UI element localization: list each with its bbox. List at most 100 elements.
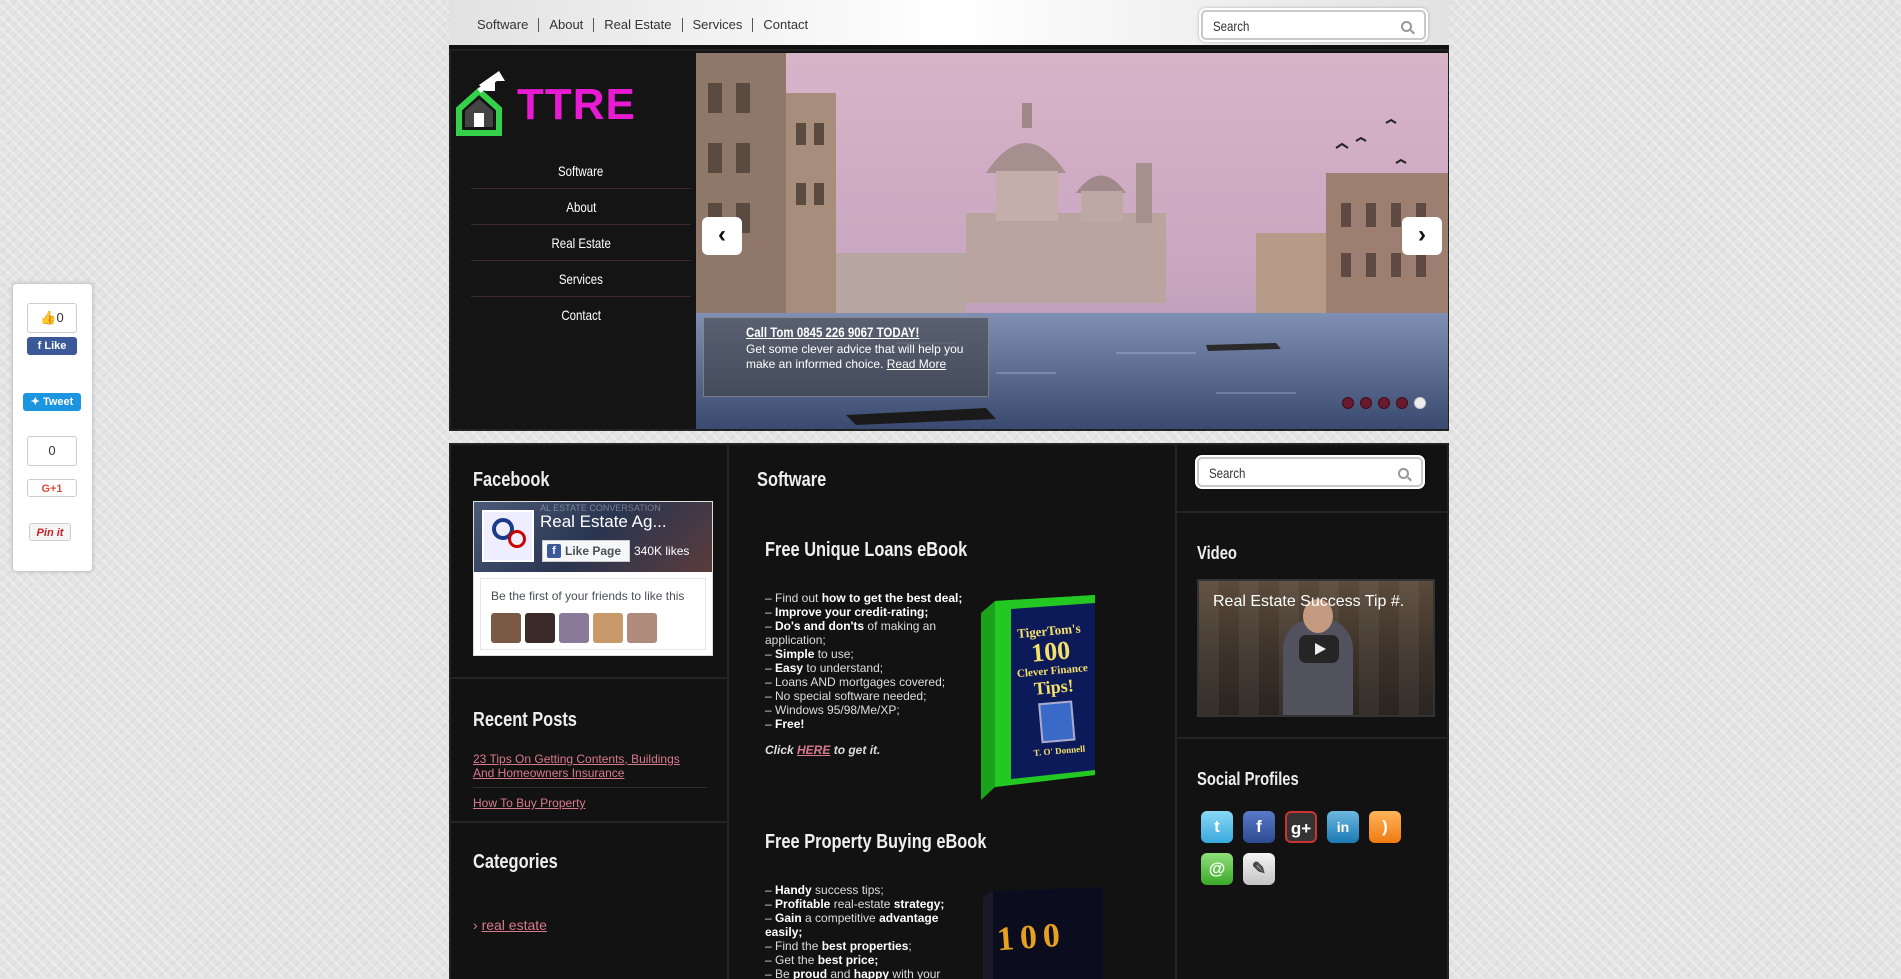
friend-avatar[interactable] — [559, 613, 589, 643]
facebook-like-page-button[interactable]: Like Page — [542, 540, 630, 562]
feature-text: – Find out — [765, 591, 822, 605]
linkedin-icon[interactable]: in — [1327, 811, 1359, 843]
friend-avatar[interactable] — [491, 613, 521, 643]
google-plus-count: 0 — [27, 436, 77, 466]
main-nav-real-estate[interactable]: Real Estate — [471, 225, 691, 261]
slider-prev-button[interactable]: ‹ — [702, 217, 742, 255]
main-nav-software[interactable]: Software — [471, 153, 691, 189]
facebook-like-button[interactable]: f Like — [27, 337, 77, 355]
feature-text: strategy; — [893, 897, 945, 911]
facebook-page-avatar[interactable] — [482, 510, 534, 562]
right-sidebar: Search Video Real Estate Success Tip #. … — [1175, 445, 1447, 979]
cover-emblem — [1038, 700, 1076, 744]
ebook2-feature-list: – Handy success tips; – Profitable real-e… — [765, 883, 965, 979]
feature-text: and — [827, 967, 854, 979]
blog-icon[interactable]: ✎ — [1243, 853, 1275, 885]
ebook2-cover-image[interactable]: 100 — [983, 887, 1103, 979]
feature-text: proud — [793, 967, 828, 979]
feature-text: best price; — [817, 953, 879, 967]
logo-text[interactable]: TTRE — [517, 80, 636, 130]
slider-dot[interactable] — [1396, 397, 1408, 409]
friend-avatar[interactable] — [525, 613, 555, 643]
sidebar-search-input[interactable]: Search — [1197, 457, 1423, 487]
feature-text: ; — [908, 939, 912, 953]
ebook1-feature-line: – Windows 95/98/Me/XP; — [765, 703, 975, 717]
presenter-figure — [1283, 619, 1353, 715]
main-nav-services[interactable]: Services — [471, 261, 691, 297]
feature-text: – — [765, 647, 776, 661]
google-plus-icon[interactable]: g+ — [1285, 811, 1317, 843]
video-caption[interactable]: Real Estate Success Tip #. — [1213, 593, 1404, 611]
main-nav-label: Contact — [561, 307, 601, 323]
divider — [451, 821, 727, 823]
feature-text: – — [765, 605, 776, 619]
main-nav-contact[interactable]: Contact — [471, 297, 691, 333]
search-icon[interactable] — [1398, 468, 1409, 479]
facebook-page-plugin: AL ESTATE CONVERSATION Real Estate Ag...… — [473, 501, 713, 656]
ebook2-feature-line: – Find the best properties; — [765, 939, 965, 953]
main-nav-label: About — [565, 199, 597, 215]
ebook2-cover-text: 100 — [995, 916, 1068, 959]
video-embed[interactable]: Real Estate Success Tip #. — [1197, 579, 1435, 717]
top-search-input[interactable]: Search — [1201, 10, 1426, 40]
top-bar: Software About Real Estate Services Cont… — [449, 0, 1449, 49]
slider-dot[interactable] — [1378, 397, 1390, 409]
feature-text: how to get the best deal; — [821, 591, 963, 605]
ebook1-feature-line: – Free! — [765, 717, 975, 731]
ebook2-feature-line: – Get the best price; — [765, 953, 965, 967]
read-more-link[interactable]: Read More — [887, 357, 946, 371]
slider-dot[interactable] — [1342, 397, 1354, 409]
feature-text: real-estate — [830, 897, 894, 911]
top-nav-software[interactable]: Software — [477, 18, 538, 32]
caption-title[interactable]: Call Tom 0845 226 9067 TODAY! — [746, 324, 938, 340]
tweet-label: Tweet — [42, 396, 74, 408]
feature-text: – — [765, 911, 776, 925]
social-profiles-title: Social Profiles — [1197, 769, 1299, 789]
slider-next-button[interactable]: › — [1402, 217, 1442, 255]
ebook1-title: Free Unique Loans eBook — [765, 539, 968, 561]
tweet-button[interactable]: ✦ Tweet — [23, 393, 81, 411]
main-nav-about[interactable]: About — [471, 189, 691, 225]
top-nav-real-estate[interactable]: Real Estate — [593, 18, 681, 32]
recent-post-link[interactable]: How To Buy Property — [473, 796, 586, 810]
image-slider[interactable]: ‹ › Call Tom 0845 226 9067 TODAY! Get so… — [696, 53, 1448, 429]
twitter-icon[interactable]: t — [1201, 811, 1233, 843]
divider — [473, 787, 707, 788]
search-placeholder: Search — [1213, 18, 1250, 34]
divider — [1177, 511, 1447, 513]
google-plus-one-button[interactable]: G+1 — [27, 479, 77, 497]
friend-avatar[interactable] — [593, 613, 623, 643]
top-nav-about[interactable]: About — [538, 18, 593, 32]
header: TTRE Software About Real Estate Services… — [449, 49, 1449, 431]
caption-text: Get some clever advice that will help yo… — [746, 342, 980, 372]
recent-posts-title: Recent Posts — [473, 709, 577, 731]
facebook-friends-text: Be the first of your friends to like thi… — [491, 589, 685, 603]
recent-post-link[interactable]: 23 Tips On Getting Contents, Buildings A… — [473, 752, 693, 780]
rss-icon[interactable]: ) — [1369, 811, 1401, 843]
fb-like-label: Like — [44, 340, 67, 352]
feature-text: Free! — [775, 717, 805, 731]
facebook-likes-count: 340K likes — [634, 544, 690, 558]
search-icon[interactable] — [1401, 21, 1412, 32]
feature-text: success tips; — [811, 883, 884, 897]
friend-avatar[interactable] — [627, 613, 657, 643]
main-nav: Software About Real Estate Services Cont… — [471, 153, 691, 333]
top-nav-contact[interactable]: Contact — [752, 18, 818, 32]
feature-text: to understand; — [803, 661, 884, 675]
ebook1-download-link[interactable]: HERE — [797, 743, 830, 757]
twitter-bird-icon: ✦ — [30, 396, 43, 408]
pinterest-pin-button[interactable]: Pin it — [29, 523, 71, 541]
slider-dot-active[interactable] — [1414, 397, 1426, 409]
facebook-icon[interactable]: f — [1243, 811, 1275, 843]
facebook-page-name[interactable]: Real Estate Ag... — [540, 512, 667, 532]
slider-dots — [1342, 397, 1426, 409]
ebook2-feature-line: – Profitable real-estate strategy; — [765, 897, 965, 911]
category-link[interactable]: real estate — [482, 917, 547, 933]
ebook1-cover-image[interactable]: TigerTom's 100 Clever Finance Tips! T. O… — [981, 595, 1097, 800]
email-icon[interactable]: @ — [1201, 853, 1233, 885]
top-nav-services[interactable]: Services — [681, 18, 753, 32]
slider-dot[interactable] — [1360, 397, 1372, 409]
play-button-icon[interactable] — [1299, 635, 1339, 663]
feature-text: – — [765, 883, 776, 897]
ebook1-click-line: Click HERE to get it. — [765, 743, 880, 757]
